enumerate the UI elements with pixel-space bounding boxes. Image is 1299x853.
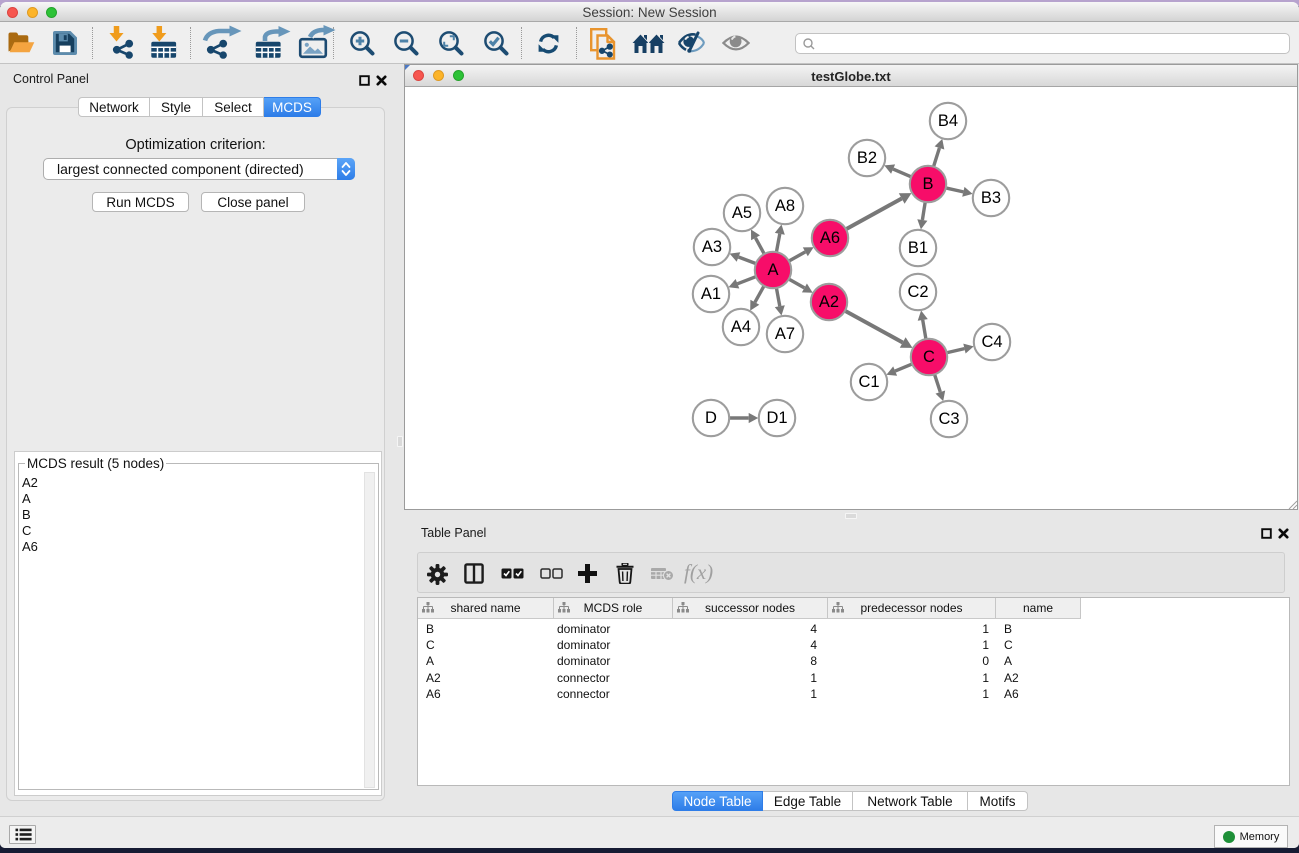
svg-text:A8: A8 <box>775 197 795 215</box>
svg-text:A7: A7 <box>775 325 795 343</box>
svg-text:C: C <box>923 348 935 366</box>
svg-text:C4: C4 <box>981 333 1002 351</box>
svg-text:A4: A4 <box>731 318 751 336</box>
svg-text:A1: A1 <box>701 285 721 303</box>
svg-text:A6: A6 <box>820 229 840 247</box>
svg-text:D: D <box>705 409 717 427</box>
svg-text:A: A <box>767 261 778 279</box>
svg-text:B4: B4 <box>938 112 958 130</box>
svg-text:A2: A2 <box>819 293 839 311</box>
svg-text:D1: D1 <box>766 409 787 427</box>
svg-text:B1: B1 <box>908 239 928 257</box>
svg-text:C2: C2 <box>907 283 928 301</box>
svg-text:C3: C3 <box>938 410 959 428</box>
svg-text:B: B <box>922 175 933 193</box>
svg-text:A3: A3 <box>702 238 722 256</box>
svg-text:C1: C1 <box>858 373 879 391</box>
svg-text:B2: B2 <box>857 149 877 167</box>
svg-text:A5: A5 <box>732 204 752 222</box>
svg-text:B3: B3 <box>981 189 1001 207</box>
